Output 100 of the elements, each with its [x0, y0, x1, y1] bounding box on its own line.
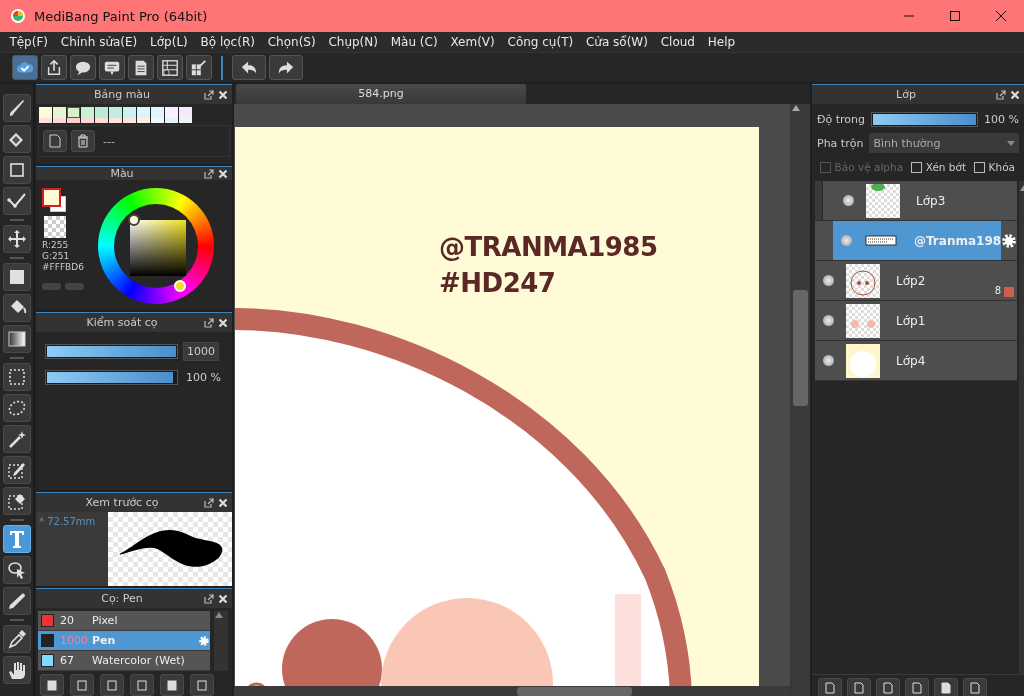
tool-button[interactable] — [2, 187, 31, 215]
tool-button[interactable] — [2, 294, 31, 322]
menu-item[interactable]: Tệp(F) — [3, 35, 55, 49]
toolbar-button[interactable] — [190, 674, 214, 696]
color-swatch[interactable] — [81, 118, 94, 123]
visibility-toggle[interactable] — [823, 355, 834, 366]
delete-button[interactable] — [71, 130, 95, 152]
color-swatch[interactable] — [39, 118, 52, 123]
document-tab[interactable]: 584.png — [236, 84, 526, 104]
layer-item[interactable]: Lớp2 8 — [815, 261, 1018, 301]
layer-item[interactable]: Lớp1 — [815, 301, 1018, 341]
scrollbar-thumb[interactable] — [517, 687, 632, 696]
layer-item[interactable]: Lớp4 — [815, 341, 1018, 381]
menu-item[interactable]: Chụp(N) — [322, 35, 385, 49]
tool-button[interactable] — [2, 225, 31, 253]
tool-button[interactable] — [2, 394, 31, 422]
close-icon — [218, 168, 228, 179]
maximize-icon — [950, 11, 960, 21]
layer-item[interactable]: Lớp3 — [815, 181, 1018, 221]
tool-button[interactable] — [2, 156, 31, 184]
menu-item[interactable]: Lớp(L) — [143, 35, 195, 49]
toolbar-button[interactable] — [41, 55, 67, 80]
tool-button[interactable] — [2, 525, 31, 553]
tool-button[interactable] — [2, 656, 31, 684]
scrollbar-thumb[interactable] — [793, 290, 808, 406]
toolbar-button[interactable] — [100, 674, 124, 696]
color-swatch[interactable] — [53, 118, 66, 123]
blend-mode-dropdown[interactable]: Bình thường — [869, 133, 1019, 153]
toolbar-button[interactable] — [186, 55, 212, 80]
toolbar-button[interactable] — [99, 55, 125, 80]
tool-button[interactable] — [2, 325, 31, 353]
toolbar-button[interactable] — [12, 55, 38, 80]
transparent-color[interactable] — [44, 216, 66, 238]
toolbar-button[interactable] — [160, 674, 184, 696]
color-swatch[interactable] — [165, 107, 178, 118]
color-swatch[interactable] — [137, 118, 150, 123]
tool-button[interactable] — [2, 263, 31, 291]
visibility-toggle[interactable] — [843, 195, 854, 206]
color-swatch[interactable] — [53, 107, 66, 118]
color-swatch[interactable] — [179, 107, 192, 118]
color-swatch[interactable] — [67, 118, 80, 123]
brush-list-item[interactable]: 20 Pixel — [38, 611, 210, 631]
color-swatch[interactable] — [123, 118, 136, 123]
color-swatch[interactable] — [151, 107, 164, 118]
tool-button[interactable] — [2, 125, 31, 153]
hue-handle[interactable] — [174, 280, 186, 292]
tool-button[interactable] — [2, 587, 31, 615]
menu-item[interactable]: Chọn(S) — [261, 35, 322, 49]
slider-track[interactable] — [45, 370, 178, 385]
color-swatch[interactable] — [165, 118, 178, 123]
gradient-icon — [6, 329, 27, 349]
value-field[interactable]: 1000 — [183, 342, 219, 361]
menu-item[interactable]: Công cụ(T) — [501, 35, 580, 49]
undo-button[interactable] — [232, 55, 266, 80]
color-swatch[interactable] — [67, 107, 80, 118]
toolbar-button[interactable] — [130, 674, 154, 696]
menu-item[interactable]: Cửa sổ(W) — [579, 35, 655, 49]
toolbar-button[interactable] — [70, 55, 96, 80]
color-swatch[interactable] — [39, 107, 52, 118]
brush-size: 67 — [60, 654, 75, 667]
redo-button[interactable] — [269, 55, 303, 80]
menu-item[interactable]: Chỉnh sửa(E) — [54, 35, 144, 49]
color-swatch[interactable] — [123, 107, 136, 118]
visibility-toggle[interactable] — [823, 275, 834, 286]
tool-button[interactable] — [2, 456, 31, 484]
color-swatch[interactable] — [151, 118, 164, 123]
checkbox[interactable] — [974, 161, 985, 173]
toolbar-button[interactable] — [70, 674, 94, 696]
menu-item[interactable]: Cloud — [654, 35, 702, 49]
tool-button[interactable] — [2, 625, 31, 653]
checkbox[interactable] — [911, 161, 922, 173]
toolbar-button[interactable] — [128, 55, 154, 80]
color-swatch[interactable] — [109, 118, 122, 123]
tool-button[interactable] — [2, 425, 31, 453]
toolbar-button[interactable] — [157, 55, 183, 80]
toolbar-button[interactable] — [40, 674, 64, 696]
color-swatch[interactable] — [95, 107, 108, 118]
tool-button[interactable] — [2, 363, 31, 391]
color-swatch[interactable] — [95, 118, 108, 123]
color-swatch[interactable] — [137, 107, 150, 118]
color-swatch[interactable] — [109, 107, 122, 118]
tool-button[interactable] — [2, 94, 31, 122]
scrollbar[interactable] — [214, 611, 228, 671]
menu-item[interactable]: Xem(V) — [444, 35, 502, 49]
horizontal-scrollbar[interactable] — [234, 686, 790, 696]
tool-button[interactable] — [2, 556, 31, 584]
menu-item[interactable]: Help — [701, 35, 742, 49]
toolbar-button[interactable] — [934, 678, 958, 696]
dashed-pen-icon — [6, 460, 27, 480]
saturation-square[interactable] — [130, 220, 186, 276]
new-button[interactable] — [43, 130, 67, 152]
vertical-scrollbar[interactable] — [790, 104, 810, 696]
brush-list-item[interactable]: 67 Watercolor (Wet) — [38, 651, 210, 671]
color-swatch[interactable] — [179, 118, 192, 123]
menu-item[interactable]: Màu (C) — [384, 35, 444, 49]
tool-button[interactable] — [2, 487, 31, 515]
menu-item[interactable]: Bộ lọc(R) — [194, 35, 262, 49]
visibility-toggle[interactable] — [841, 235, 852, 246]
visibility-toggle[interactable] — [823, 315, 834, 326]
color-swatch[interactable] — [81, 107, 94, 118]
